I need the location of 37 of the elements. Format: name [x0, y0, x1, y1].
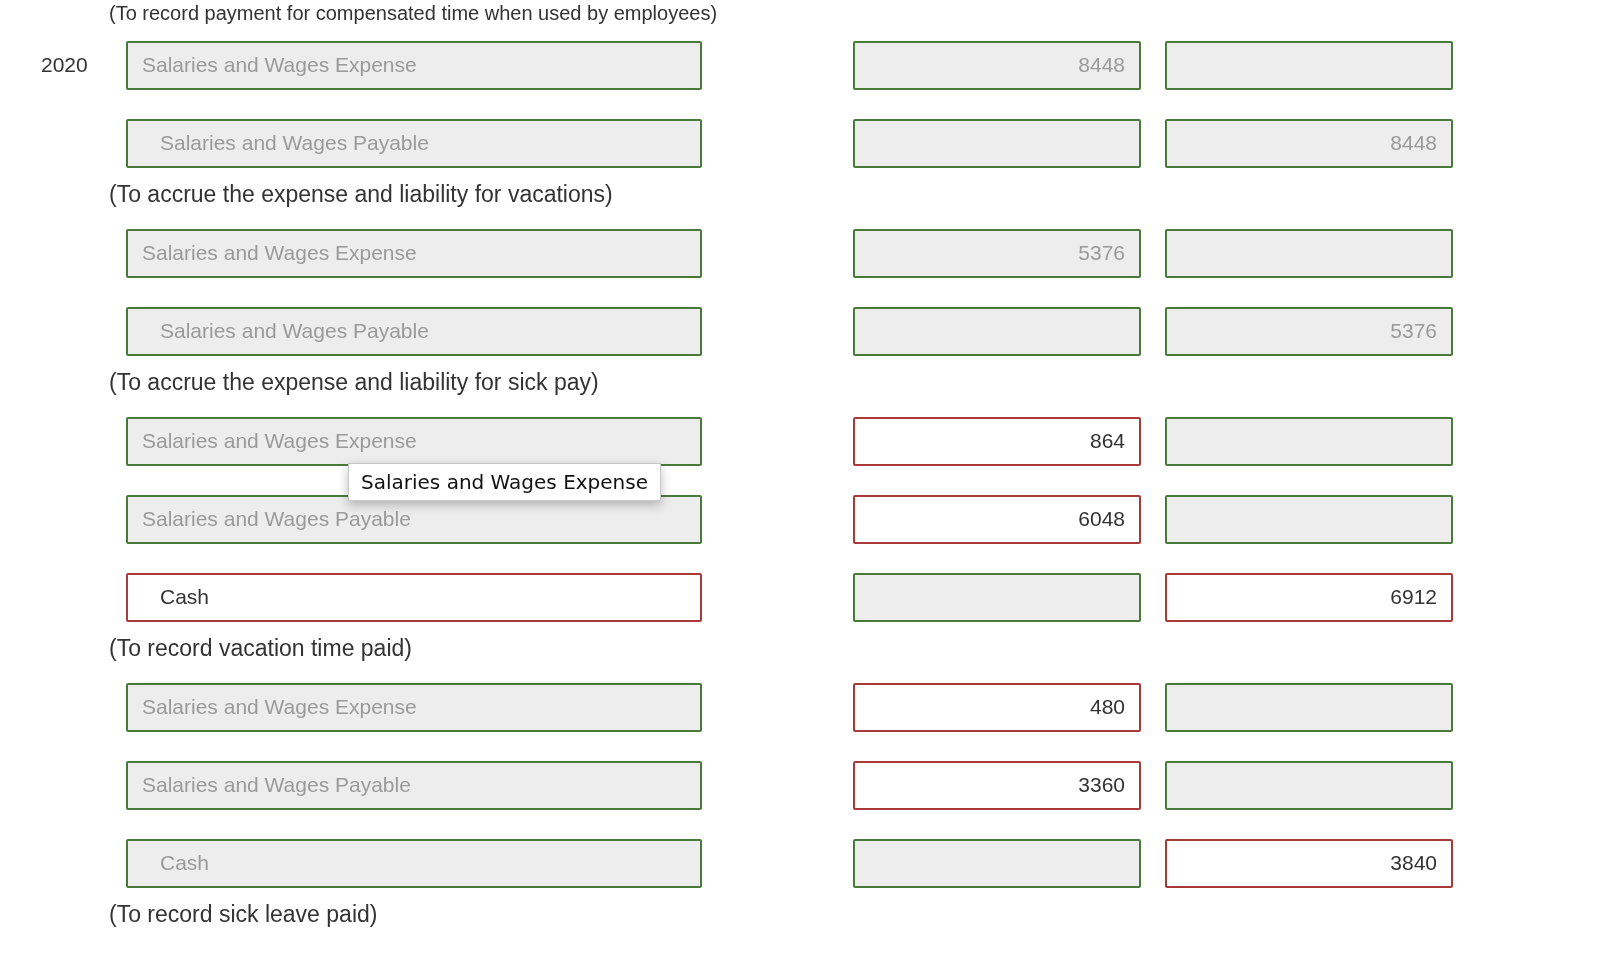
account-field[interactable]: Salaries and Wages Payable: [126, 306, 702, 356]
entry-explanation: (To record vacation time paid): [108, 634, 413, 663]
entry-explanation: (To record payment for compensated time when used by employees): [108, 2, 719, 26]
account-field[interactable]: Cash: [126, 838, 702, 888]
debit-field[interactable]: 6048: [853, 494, 1141, 544]
account-field[interactable]: Salaries and Wages Expense: [126, 228, 702, 278]
debit-field[interactable]: [853, 838, 1141, 888]
credit-field[interactable]: 5376: [1165, 306, 1453, 356]
account-field[interactable]: Cash: [126, 572, 702, 622]
debit-field[interactable]: 864: [853, 416, 1141, 466]
entry-explanation: (To accrue the expense and liability for vacations): [108, 180, 614, 209]
account-field[interactable]: Salaries and Wages Payable: [126, 494, 702, 544]
account-field[interactable]: Salaries and Wages Expense: [126, 416, 702, 466]
account-field[interactable]: Salaries and Wages Expense: [126, 40, 702, 90]
entry-explanation: (To record sick leave paid): [108, 900, 379, 929]
credit-field[interactable]: [1165, 494, 1453, 544]
debit-field[interactable]: 3360: [853, 760, 1141, 810]
account-field[interactable]: Salaries and Wages Expense: [126, 682, 702, 732]
debit-field[interactable]: 8448: [853, 40, 1141, 90]
debit-field[interactable]: [853, 306, 1141, 356]
entry-date: 2020: [41, 53, 88, 76]
account-field[interactable]: Salaries and Wages Payable: [126, 118, 702, 168]
credit-field[interactable]: 6912: [1165, 572, 1453, 622]
entry-explanation: (To accrue the expense and liability for sick pay): [108, 368, 600, 397]
credit-field[interactable]: [1165, 682, 1453, 732]
debit-field[interactable]: 5376: [853, 228, 1141, 278]
credit-field[interactable]: [1165, 760, 1453, 810]
credit-field[interactable]: [1165, 416, 1453, 466]
account-field[interactable]: Salaries and Wages Payable: [126, 760, 702, 810]
credit-field[interactable]: 3840: [1165, 838, 1453, 888]
credit-field[interactable]: [1165, 40, 1453, 90]
debit-field[interactable]: [853, 572, 1141, 622]
credit-field[interactable]: 8448: [1165, 118, 1453, 168]
tooltip: Salaries and Wages Expense: [348, 463, 661, 501]
debit-field[interactable]: 480: [853, 682, 1141, 732]
debit-field[interactable]: [853, 118, 1141, 168]
credit-field[interactable]: [1165, 228, 1453, 278]
